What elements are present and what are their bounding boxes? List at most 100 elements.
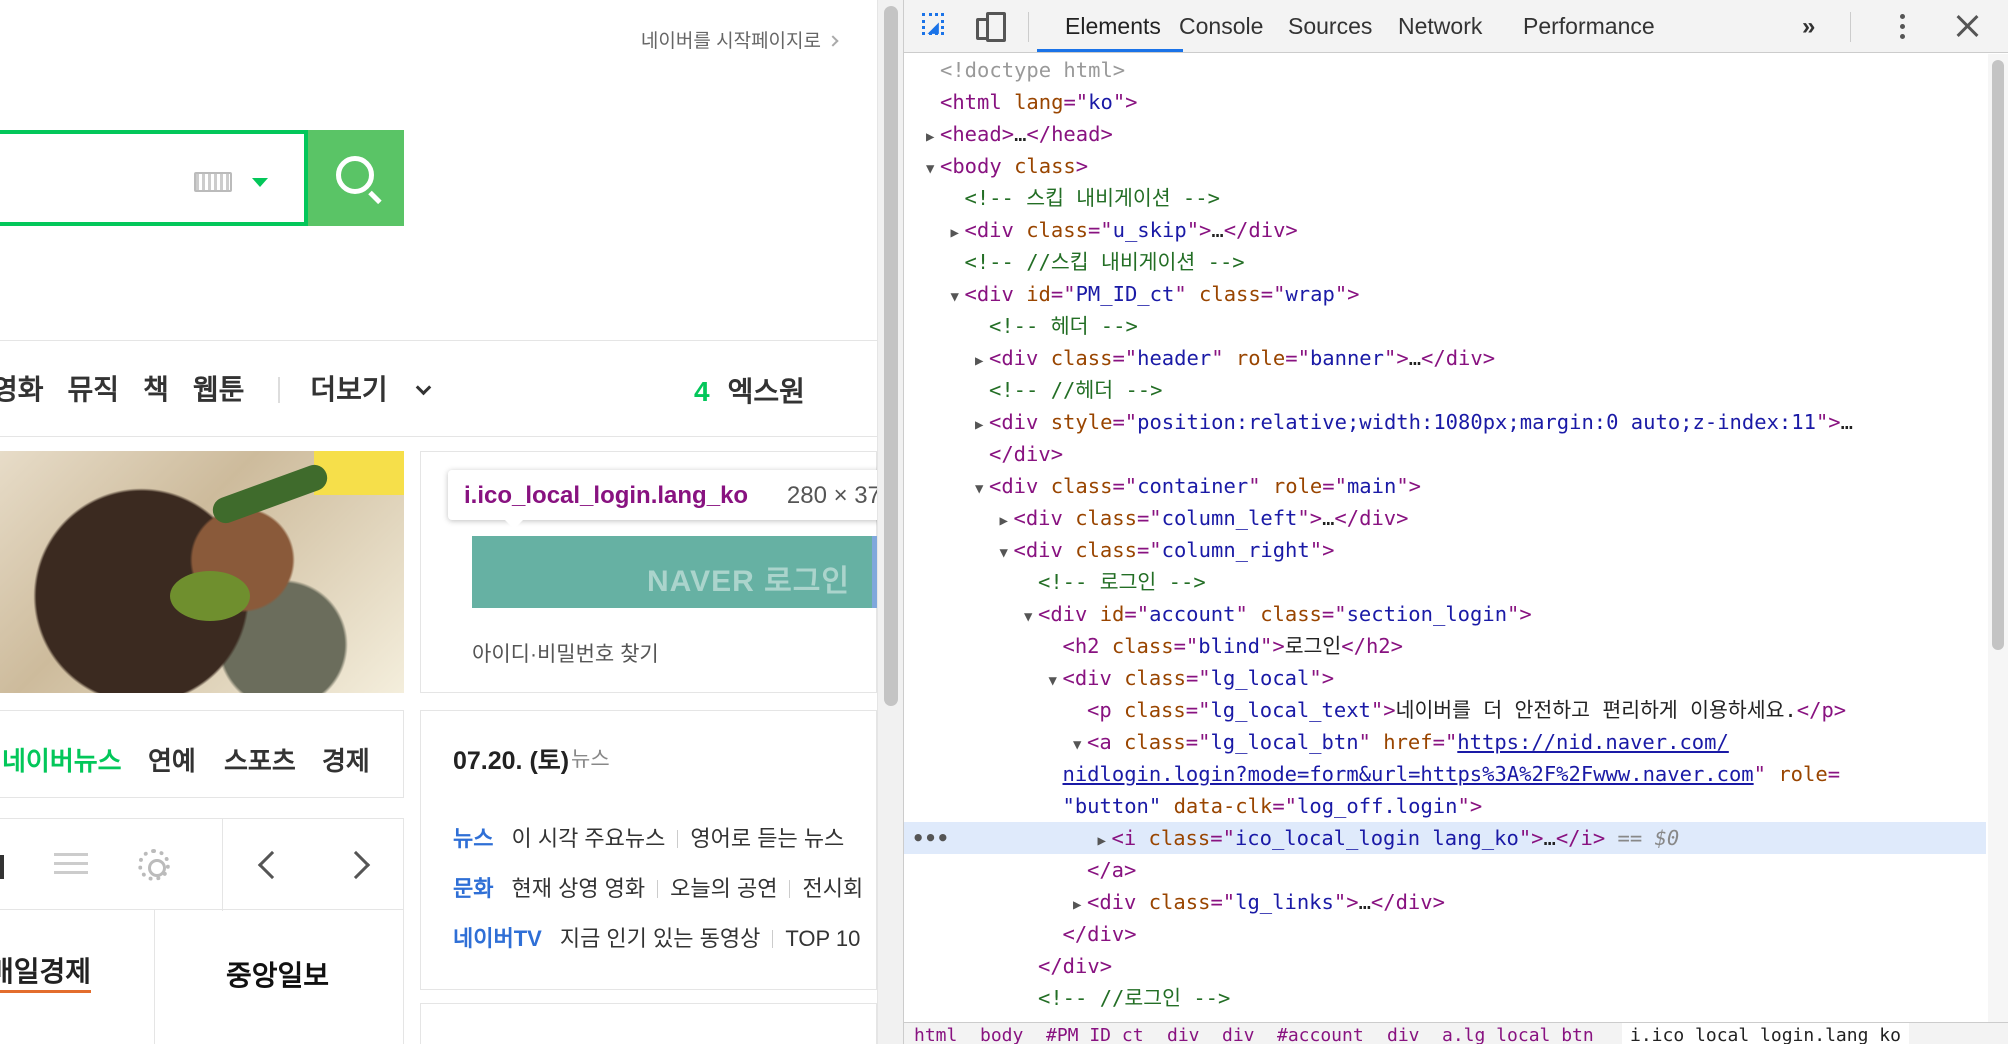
tab-economy[interactable]: 경제 xyxy=(322,741,370,778)
list-view-icon[interactable] xyxy=(54,853,88,875)
menu-item-book[interactable]: 책 xyxy=(143,374,169,405)
dom-node[interactable]: ▶ <head>…</head> xyxy=(904,118,1986,150)
chevron-right-icon[interactable] xyxy=(341,850,371,880)
dom-node[interactable]: ▶ <div class="lg_links">…</div> xyxy=(904,886,1986,918)
breadcrumb-item[interactable]: div xyxy=(1387,1025,1420,1044)
dom-node[interactable]: <!-- //헤더 --> xyxy=(904,374,1986,406)
collapse-triangle-icon[interactable]: ▶ xyxy=(926,121,940,153)
dom-node[interactable]: ▼ <div id="PM_ID_ct" class="wrap"> xyxy=(904,278,1986,310)
dom-node[interactable]: ▼ <div class="container" role="main"> xyxy=(904,470,1986,502)
devtools-scrollbar[interactable] xyxy=(1988,54,2008,1022)
page-scrollbar[interactable] xyxy=(877,0,903,1044)
panel-link[interactable]: 지금 인기 있는 동영상 xyxy=(560,926,761,951)
dom-node[interactable]: <!-- //로그인 --> xyxy=(904,982,1986,1014)
tab-console[interactable]: Console xyxy=(1179,13,1263,40)
expand-triangle-icon[interactable]: ▼ xyxy=(1073,729,1087,761)
panel-link[interactable]: 전시회 xyxy=(802,876,863,901)
node-actions-icon[interactable]: ••• xyxy=(912,822,949,854)
expand-triangle-icon[interactable]: ▼ xyxy=(1000,537,1014,569)
gear-icon[interactable] xyxy=(138,849,170,881)
collapse-triangle-icon[interactable]: ▶ xyxy=(975,409,989,441)
kebab-menu-icon[interactable] xyxy=(1900,14,1906,40)
dom-node[interactable]: <h2 class="blind">로그인</h2> xyxy=(904,630,1986,662)
expand-triangle-icon[interactable]: ▼ xyxy=(951,281,965,313)
dom-node[interactable]: </div> xyxy=(904,438,1986,470)
dom-node[interactable]: ▼ <div class="column_right"> xyxy=(904,534,1986,566)
panel-link[interactable]: 현재 상영 영화 xyxy=(511,876,645,901)
panel-category[interactable]: 네이버TV xyxy=(453,926,542,951)
menu-item-movie[interactable]: 영화 xyxy=(0,374,44,405)
dom-node[interactable]: ▼ <body class> xyxy=(904,150,1986,182)
ad-banner-image[interactable] xyxy=(0,451,404,693)
more-tabs-icon[interactable]: » xyxy=(1802,13,1815,41)
search-button[interactable] xyxy=(308,130,404,226)
collapse-triangle-icon[interactable]: ▶ xyxy=(1000,505,1014,537)
device-toolbar-icon[interactable] xyxy=(976,12,1006,42)
dom-node[interactable]: <!-- 로그인 --> xyxy=(904,566,1986,598)
press-logo-joongang[interactable]: 중앙일보 xyxy=(226,954,329,994)
inspect-element-icon[interactable] xyxy=(922,13,950,41)
set-start-page-link[interactable]: 네이버를 시작페이지로 xyxy=(641,26,839,53)
more-button[interactable]: 더보기 xyxy=(310,374,431,405)
breadcrumb-item[interactable]: a.lg_local_btn xyxy=(1442,1025,1594,1044)
panel-link[interactable]: 이 시각 주요뉴스 xyxy=(511,826,665,851)
dom-node-selected[interactable]: ••• ▶ <i class="ico_local_login lang_ko">…… xyxy=(904,822,1986,854)
dom-node[interactable]: <!-- 헤더 --> xyxy=(904,310,1986,342)
breadcrumb-item[interactable]: body xyxy=(980,1025,1023,1044)
panel-category[interactable]: 뉴스 xyxy=(453,826,493,851)
dom-node[interactable]: </div> xyxy=(904,950,1986,982)
dom-node[interactable]: ▶ <div class="column_left">…</div> xyxy=(904,502,1986,534)
dom-node[interactable]: "button" data-clk="log_off.login"> xyxy=(904,790,1986,822)
tab-naver-news[interactable]: 네이버뉴스 xyxy=(2,741,122,778)
menu-item-webtoon[interactable]: 웹툰 xyxy=(193,374,245,405)
collapse-triangle-icon[interactable]: ▶ xyxy=(1073,889,1087,921)
dom-node[interactable]: ▶ <div class="u_skip">…</div> xyxy=(904,214,1986,246)
dom-node[interactable]: <html lang="ko"> xyxy=(904,86,1986,118)
expand-triangle-icon[interactable]: ▼ xyxy=(1049,665,1063,697)
breadcrumb-item[interactable]: div xyxy=(1167,1025,1200,1044)
panel-link[interactable]: 영어로 듣는 뉴스 xyxy=(690,826,844,851)
panel-link[interactable]: TOP 10 xyxy=(785,926,860,951)
naver-login-button[interactable]: NAVER 로그인 xyxy=(472,536,877,608)
dom-node[interactable]: </div> xyxy=(904,918,1986,950)
dom-node[interactable]: ▼ <div id="account" class="section_login"… xyxy=(904,598,1986,630)
breadcrumb-item-selected[interactable]: i.ico_local_login.lang_ko xyxy=(1622,1023,1909,1044)
dom-node[interactable]: </a> xyxy=(904,854,1986,886)
keyboard-icon[interactable] xyxy=(194,172,232,192)
autocomplete-toggle-icon[interactable] xyxy=(252,178,268,187)
dom-node[interactable]: <p class="lg_local_text">네이버를 더 안전하고 편리하… xyxy=(904,694,1986,726)
menu-item-music[interactable]: 뮤직 xyxy=(68,374,120,405)
close-icon[interactable] xyxy=(1956,14,1980,38)
dom-node[interactable]: nidlogin.login?mode=form&url=https%3A%2F… xyxy=(904,758,1986,790)
expand-triangle-icon[interactable]: ▼ xyxy=(975,473,989,505)
dom-node[interactable]: ▶ <div style="position:relative;width:108… xyxy=(904,406,1986,438)
tab-entertainment[interactable]: 연예 xyxy=(148,741,196,778)
dom-node[interactable]: ▶ <div class="header" role="banner">…</di… xyxy=(904,342,1986,374)
dom-node[interactable]: ▼ <div class="lg_local"> xyxy=(904,662,1986,694)
expand-triangle-icon[interactable]: ▼ xyxy=(926,153,940,185)
search-input[interactable] xyxy=(0,130,308,226)
breadcrumb-item[interactable]: div xyxy=(1222,1025,1255,1044)
panel-link[interactable]: 오늘의 공연 xyxy=(670,876,777,901)
press-logo-maeil[interactable]: 매일경제 xyxy=(0,950,92,993)
breadcrumb-item[interactable]: html xyxy=(914,1025,957,1044)
tab-performance[interactable]: Performance xyxy=(1523,13,1655,40)
tab-network[interactable]: Network xyxy=(1398,13,1482,40)
collapse-triangle-icon[interactable]: ▶ xyxy=(1098,825,1112,857)
tab-sources[interactable]: Sources xyxy=(1288,13,1372,40)
devtools-scrollbar-thumb[interactable] xyxy=(1992,60,2004,650)
dom-node[interactable]: <!-- 스킵 내비게이션 --> xyxy=(904,182,1986,214)
trending-keyword[interactable]: 4 엑스원 xyxy=(694,370,805,410)
page-scrollbar-thumb[interactable] xyxy=(884,6,898,706)
panel-category[interactable]: 문화 xyxy=(453,876,493,901)
find-id-password-link[interactable]: 아이디·비밀번호 찾기 xyxy=(472,638,659,668)
collapse-triangle-icon[interactable]: ▶ xyxy=(951,217,965,249)
chevron-left-icon[interactable] xyxy=(257,850,287,880)
tab-sports[interactable]: 스포츠 xyxy=(224,741,296,778)
expand-triangle-icon[interactable]: ▼ xyxy=(1024,601,1038,633)
dom-node[interactable]: <!-- //스킵 내비게이션 --> xyxy=(904,246,1986,278)
breadcrumb-item[interactable]: #PM_ID_ct xyxy=(1046,1025,1144,1044)
dom-node[interactable]: ▼ <a class="lg_local_btn" href="https://n… xyxy=(904,726,1986,758)
grid-view-icon[interactable] xyxy=(0,855,4,879)
dom-node[interactable]: <!doctype html> xyxy=(904,54,1986,86)
